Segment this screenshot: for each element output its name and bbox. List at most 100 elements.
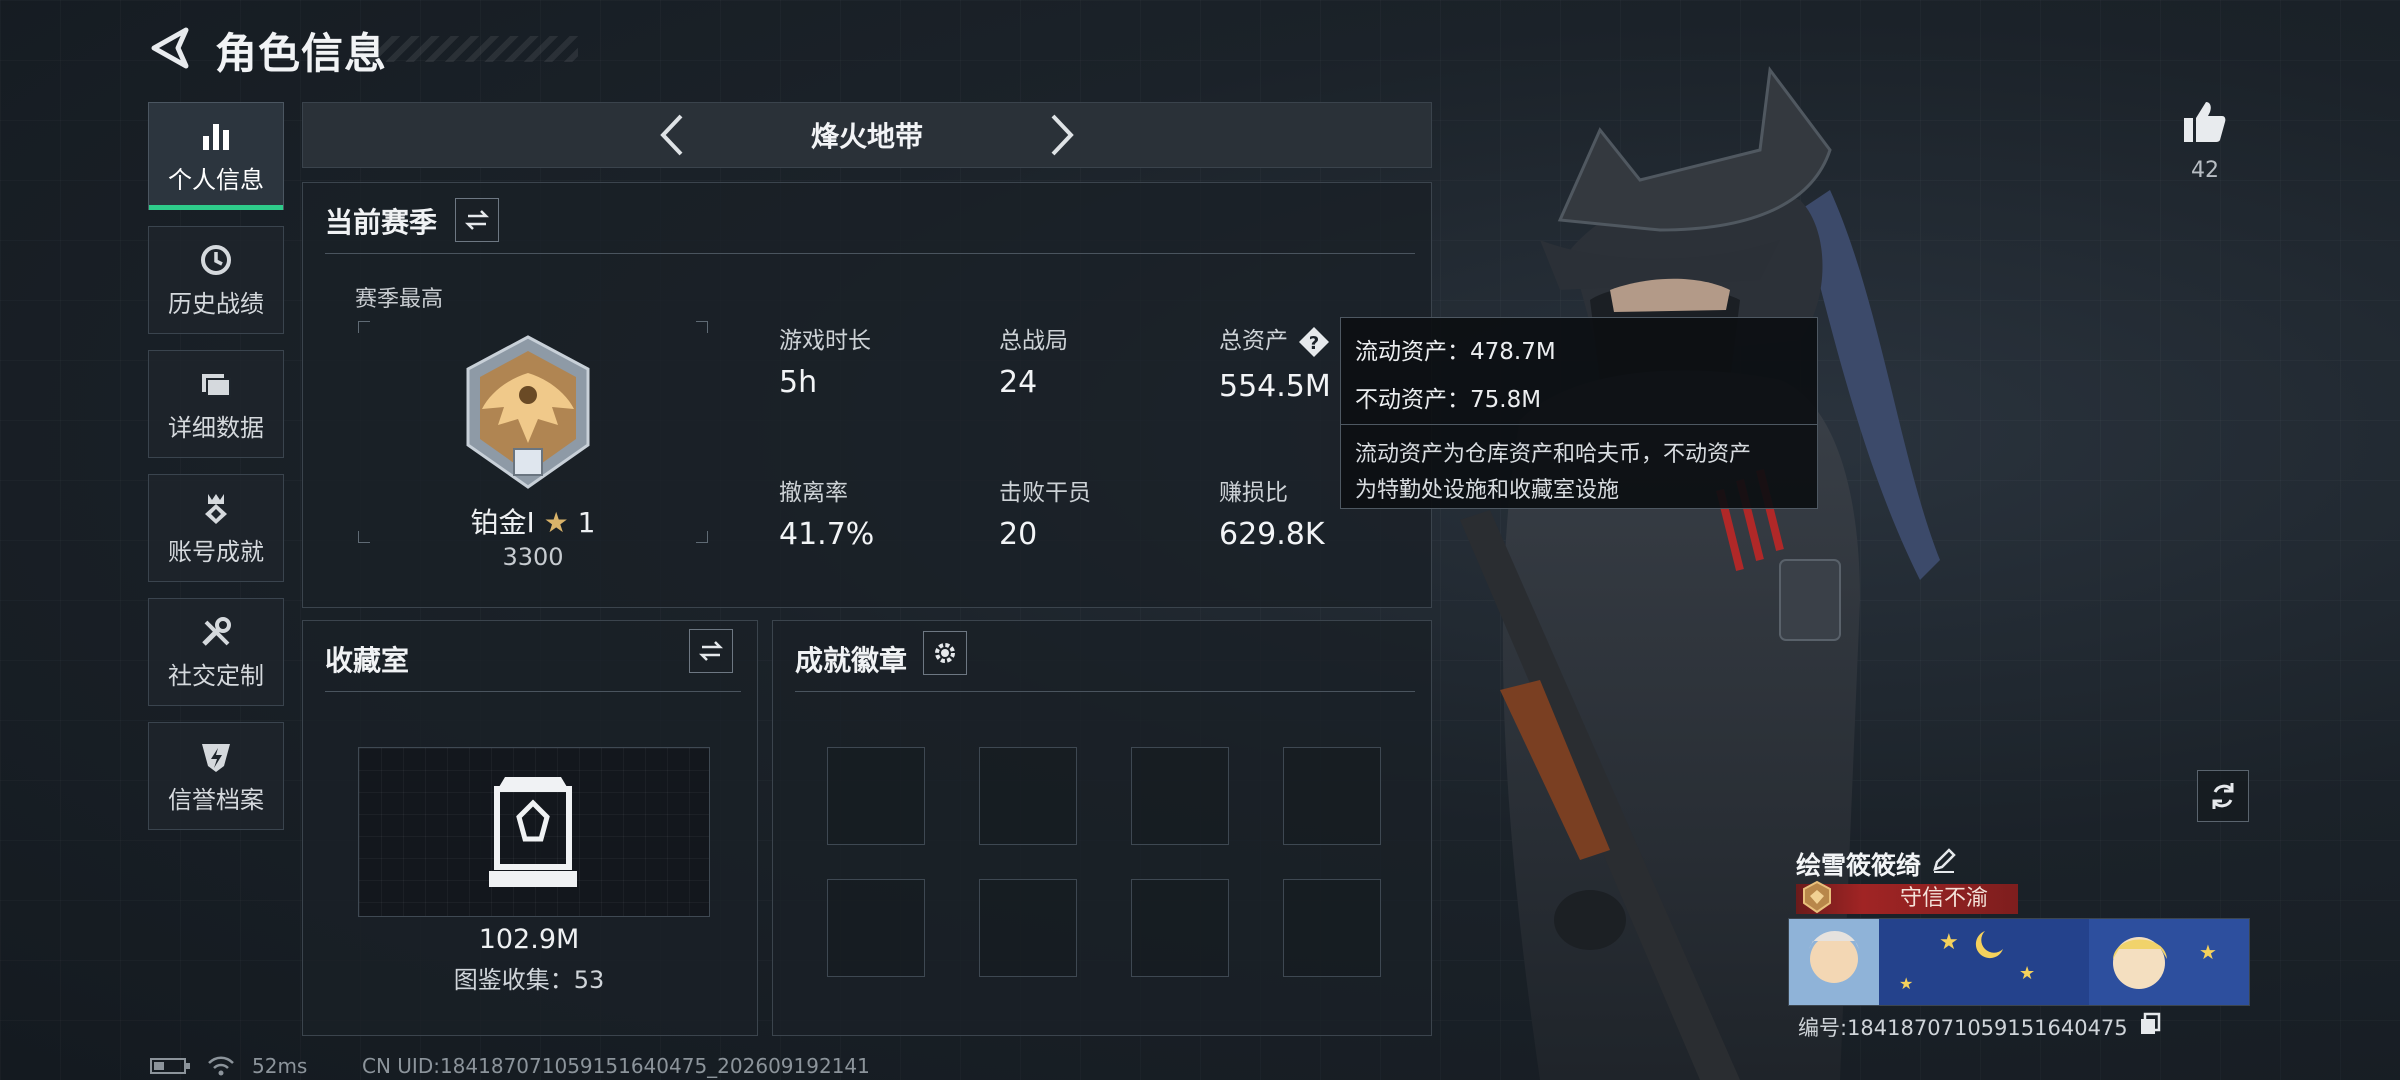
svg-text:?: ? [1309,333,1319,354]
tooltip-description-1: 流动资产为仓库资产和哈夫币，不动资产 [1355,442,1752,467]
back-arrow-icon[interactable] [146,24,194,72]
nav-item-history[interactable]: 历史战绩 [148,226,284,334]
rank-badge-icon [466,335,590,489]
honor-medal-icon [1803,880,1831,914]
reputation-icon [202,743,230,772]
stat-label: 赚损比 [1219,480,1288,506]
stat-label: 游戏时长 [779,328,871,354]
stat-extraction-rate: 撤离率 41.7% [779,473,874,552]
season-best-label: 赛季最高 [355,287,444,312]
rank-name: 铂金Ⅰ [470,506,535,539]
season-switch-button[interactable] [455,198,499,242]
nav-item-label: 历史战绩 [168,289,264,318]
rank-name-row: 铂金Ⅰ ★ 1 [303,501,763,541]
stat-profit-ratio: 赚损比 629.8K [1219,473,1325,552]
nav-item-personal-info[interactable]: 个人信息 [148,102,284,210]
nav-item-label: 账号成就 [168,537,264,566]
nav-item-label: 信誉档案 [168,785,264,814]
stat-label: 撤离率 [779,480,848,506]
stat-play-time: 游戏时长 5h [779,321,871,400]
tools-icon [202,616,231,646]
nav-item-detailed-data[interactable]: 详细数据 [148,350,284,458]
like-count: 42 [2191,158,2219,183]
stat-value: 41.7% [779,517,875,552]
stat-value: 20 [999,517,1038,552]
ping-value: 52ms [252,1054,308,1078]
svg-text:★: ★ [2199,940,2217,964]
player-id: 编号:184187071059151640475 [1798,1016,2128,1040]
achievement-icon [205,493,227,524]
uid-text: CN UID:184187071059151640475_20260919214… [362,1054,870,1078]
help-icon[interactable]: ? [1297,325,1331,359]
side-nav: 个人信息 历史战绩 详细数据 账号成就 社交定制 信誉档案 [148,102,284,846]
nav-item-reputation[interactable]: 信誉档案 [148,722,284,830]
wifi-icon [208,1056,234,1076]
badge-slot[interactable] [979,879,1077,977]
collection-heading: 收藏室 [325,644,410,677]
display-case-icon [489,777,577,887]
chevron-right-icon[interactable] [1043,110,1083,160]
rotate-model-button[interactable] [2197,770,2249,822]
achievement-settings-button[interactable] [923,631,967,675]
achievement-panel: 成就徽章 [772,620,1432,1036]
svg-text:★: ★ [1899,974,1913,993]
collection-count: 图鉴收集：53 [453,966,605,994]
stat-value: 24 [999,365,1038,400]
stat-total-assets: 总资产 ? 554.5M [1219,321,1331,404]
stat-value: 5h [779,365,818,400]
thumbs-up-icon[interactable] [2180,98,2228,146]
divider [325,253,1415,254]
badge-slot[interactable] [827,879,925,977]
asset-tooltip: 流动资产：478.7M 不动资产：75.8M 流动资产为仓库资产和哈夫币，不动资… [1340,317,1818,509]
stat-label: 总资产 ? [1219,321,1331,359]
swap-icon [464,210,490,230]
stat-label: 总战局 [999,328,1068,354]
divider [325,691,741,692]
nav-item-label: 详细数据 [168,413,264,442]
folder-icon [202,373,231,397]
svg-text:★: ★ [2019,963,2035,984]
rank-score: 3300 [502,543,564,571]
stat-operators-defeated: 击败干员 20 [999,473,1091,552]
nav-item-social-custom[interactable]: 社交定制 [148,598,284,706]
player-name: 绘雪筱筱绮 [1796,851,1922,880]
tooltip-fixed-assets: 不动资产：75.8M [1355,387,1542,413]
nav-item-label: 社交定制 [168,661,264,690]
refresh-icon [2212,783,2234,809]
achievement-heading: 成就徽章 [795,644,908,677]
copy-icon[interactable] [2138,1012,2162,1036]
rank-stars: 1 [577,506,596,539]
mode-title: 烽火地带 [810,120,923,153]
chevron-left-icon[interactable] [651,110,691,160]
stat-value: 629.8K [1219,517,1325,552]
badge-slot[interactable] [1131,747,1229,845]
stat-label: 击败干员 [999,480,1091,506]
gear-icon [935,643,955,663]
season-heading: 当前赛季 [325,206,438,239]
star-icon: ★ [543,506,569,539]
collection-value: 102.9M [478,924,580,955]
profile-banner[interactable]: ★ ★ ★ ★ [1788,918,2250,1006]
collection-switch-button[interactable] [689,629,733,673]
divider [795,691,1415,692]
nav-item-label: 个人信息 [168,165,264,194]
season-panel: 当前赛季 赛季最高 铂金Ⅰ ★ 1 3300 游戏时长 5h 总战局 24 总资… [302,182,1432,608]
edit-pencil-icon[interactable] [1930,846,1958,874]
badge-slot[interactable] [979,747,1077,845]
status-bar: 52ms [150,1054,307,1078]
tooltip-liquid-assets: 流动资产：478.7M [1355,339,1556,365]
battery-icon [150,1058,190,1074]
stat-label-text: 总资产 [1219,328,1288,354]
badge-slot[interactable] [1131,879,1229,977]
swap-icon [698,641,724,661]
banner-art: ★ ★ ★ ★ [1789,919,2249,1005]
nav-item-achievements[interactable]: 账号成就 [148,474,284,582]
honor-title: 守信不渝 [1900,886,1989,911]
bar-chart-icon [203,123,229,150]
stat-total-matches: 总战局 24 [999,321,1068,400]
svg-text:★: ★ [1939,930,1959,955]
history-clock-icon [201,244,231,275]
tooltip-description-2: 为特勤处设施和收藏室设施 [1355,478,1620,503]
badge-slot[interactable] [827,747,925,845]
divider [1341,424,1817,425]
